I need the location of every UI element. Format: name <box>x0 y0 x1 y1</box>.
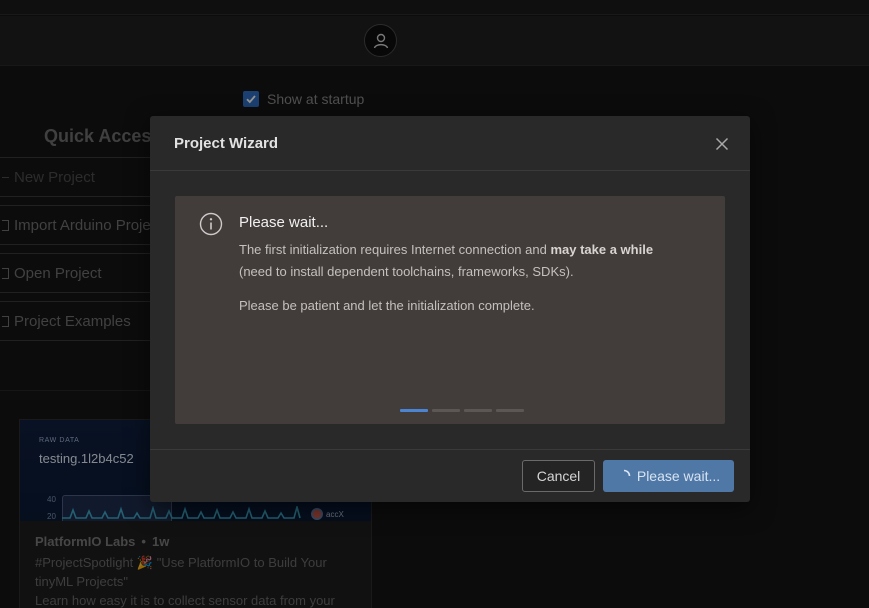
progress-segment <box>400 409 428 412</box>
close-icon <box>715 137 729 151</box>
info-text: The first initialization requires Intern… <box>239 242 551 257</box>
dialog-footer-divider <box>150 449 750 450</box>
progress-segment <box>496 409 524 412</box>
project-wizard-dialog: Project Wizard Please wait... The first … <box>150 116 750 502</box>
info-heading: Please wait... <box>239 214 329 231</box>
progress-segment <box>464 409 492 412</box>
info-line: (need to install dependent toolchains, f… <box>239 264 574 279</box>
info-line: The first initialization requires Intern… <box>239 242 653 257</box>
info-panel: Please wait... The first initialization … <box>175 196 725 424</box>
progress-indicator <box>400 409 524 412</box>
dialog-header-divider <box>150 170 750 171</box>
please-wait-label: Please wait... <box>636 468 721 484</box>
please-wait-button[interactable]: Please wait... <box>603 460 734 492</box>
cancel-button[interactable]: Cancel <box>522 460 595 492</box>
spinner-icon <box>623 469 631 477</box>
close-button[interactable] <box>710 134 734 154</box>
info-icon <box>199 212 223 236</box>
dialog-title: Project Wizard <box>174 135 279 152</box>
info-line: Please be patient and let the initializa… <box>239 298 535 313</box>
progress-segment <box>432 409 460 412</box>
info-bold-text: may take a while <box>550 242 654 257</box>
